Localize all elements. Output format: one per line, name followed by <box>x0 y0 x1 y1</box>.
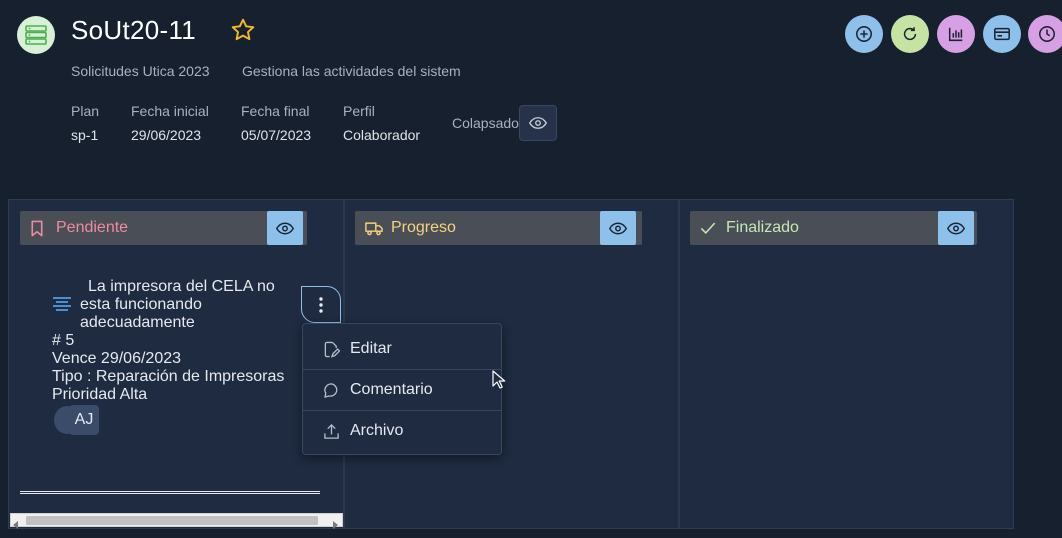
end-date-label: Fecha final <box>241 103 310 119</box>
add-button[interactable] <box>845 15 883 53</box>
collapse-toggle-button[interactable] <box>519 105 557 141</box>
eye-icon <box>529 117 547 129</box>
column-header-finalizado: Finalizado <box>690 211 977 245</box>
menu-item-label: Editar <box>350 340 392 357</box>
collapsed-label: Colapsado <box>452 115 519 131</box>
comment-icon <box>321 380 341 400</box>
stats-button[interactable] <box>937 15 975 53</box>
start-date-label: Fecha inicial <box>131 103 209 119</box>
project-name: Solicitudes Utica 2023 <box>71 63 210 79</box>
kebab-menu-icon <box>319 296 323 313</box>
check-icon <box>700 219 718 237</box>
menu-item-file[interactable]: Archivo <box>303 411 501 451</box>
bookmark-icon <box>30 219 48 237</box>
profile-value: Colaborador <box>343 127 421 143</box>
card-due-date: Vence 29/06/2023 <box>52 350 182 367</box>
card-divider <box>20 491 320 494</box>
end-date-value: 05/07/2023 <box>241 127 312 143</box>
app-logo <box>17 16 55 54</box>
refresh-button[interactable] <box>891 15 929 53</box>
column-title: Pendiente <box>56 219 129 236</box>
upload-icon <box>321 421 341 441</box>
mouse-cursor-icon <box>492 370 506 390</box>
card-priority: Prioridad Alta <box>52 386 148 403</box>
history-button[interactable] <box>1028 15 1062 53</box>
card-number: # 5 <box>52 332 75 349</box>
column-divider <box>678 200 680 528</box>
bar-chart-icon <box>948 27 963 42</box>
edit-file-icon <box>321 339 341 359</box>
eye-icon <box>947 222 965 234</box>
card-title-line[interactable]: La impresora del CELA no <box>88 278 275 296</box>
favorite-star-icon[interactable] <box>230 17 256 43</box>
column-header-pendiente: Pendiente <box>20 211 307 245</box>
toggle-pendiente-button[interactable] <box>267 211 303 245</box>
server-icon <box>25 25 47 45</box>
profile-label: Perfil <box>343 103 375 119</box>
card-context-menu: Editar Comentario Archivo <box>302 323 502 455</box>
column-title: Finalizado <box>726 219 799 236</box>
eye-icon <box>609 222 627 234</box>
menu-item-label: Comentario <box>350 381 433 398</box>
truck-icon <box>365 219 383 237</box>
project-description: Gestiona las actividades del sistem <box>242 63 461 79</box>
scroll-left-arrow-icon[interactable] <box>13 516 19 534</box>
page-title: SoUt20-11 <box>71 15 197 45</box>
card-title-line[interactable]: adecuadamente <box>80 314 195 332</box>
card-button[interactable] <box>983 15 1021 53</box>
menu-item-comment[interactable]: Comentario <box>303 370 501 410</box>
start-date-value: 29/06/2023 <box>131 127 202 143</box>
toggle-finalizado-button[interactable] <box>938 211 974 245</box>
eye-icon <box>276 222 294 234</box>
refresh-icon <box>903 27 917 41</box>
scrollbar-thumb[interactable] <box>26 516 318 525</box>
scroll-right-arrow-icon[interactable] <box>332 516 338 534</box>
card-type: Tipo : Reparación de Impresoras <box>52 368 285 385</box>
card-icon <box>994 27 1010 41</box>
card-description-icon <box>52 296 72 317</box>
column-title: Progreso <box>391 219 456 236</box>
column-header-progreso: Progreso <box>355 211 642 245</box>
menu-item-label: Archivo <box>350 422 404 439</box>
toggle-progreso-button[interactable] <box>600 211 636 245</box>
plan-label: Plan <box>71 103 100 119</box>
clock-icon <box>1039 26 1055 42</box>
plus-circle-icon <box>856 26 872 42</box>
menu-item-edit[interactable]: Editar <box>303 329 501 369</box>
card-options-button[interactable] <box>301 286 341 323</box>
avatar[interactable]: AJ <box>69 405 99 435</box>
card-title-line[interactable]: esta funcionando <box>80 296 202 314</box>
plan-value: sp-1 <box>71 127 99 143</box>
